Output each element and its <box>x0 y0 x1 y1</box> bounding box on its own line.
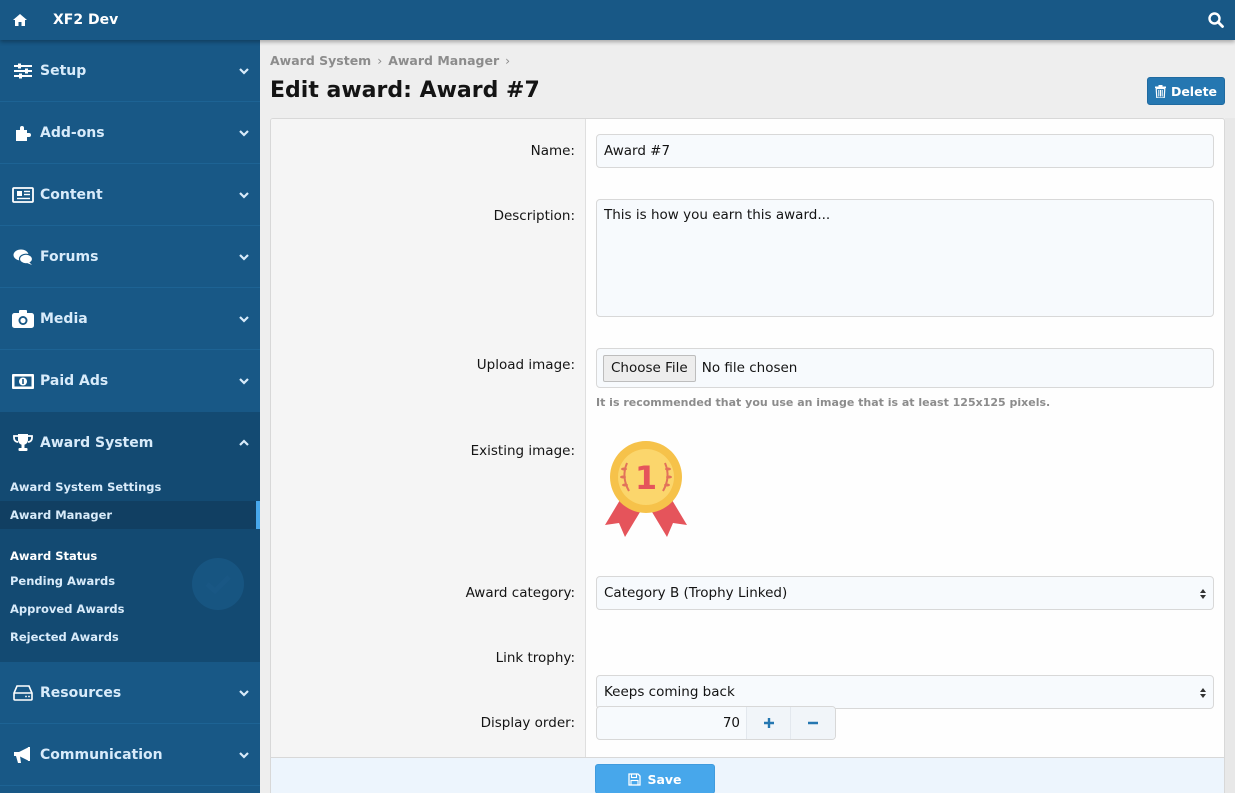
select-arrows-icon <box>1200 589 1206 599</box>
sidebar-item-label: Add-ons <box>40 124 105 141</box>
minus-icon <box>808 721 818 725</box>
main-content: Award System › Award Manager › Edit awar… <box>260 40 1235 793</box>
sidebar-link-label: Pending Awards <box>10 574 116 588</box>
sidebar-link-label: Rejected Awards <box>10 630 119 644</box>
sidebar-link-label: Approved Awards <box>10 602 125 616</box>
sidebar-link-label: Award Manager <box>10 508 113 522</box>
sidebar-item-label: Communication <box>40 746 163 763</box>
name-label: Name: <box>530 143 575 159</box>
brand-title[interactable]: XF2 Dev <box>53 12 118 28</box>
award-system-group: Award System Award System Settings Award… <box>0 412 260 662</box>
sidebar-item-label: Forums <box>40 248 99 265</box>
select-arrows-icon <box>1200 688 1206 698</box>
sidebar-item-communication[interactable]: Communication <box>0 724 260 786</box>
camera-icon <box>12 309 34 328</box>
delete-button-label: Delete <box>1170 83 1218 99</box>
display-order-label: Display order: <box>480 715 575 731</box>
sliders-icon <box>14 63 32 78</box>
display-order-stepper: 70 <box>596 706 836 740</box>
sidebar-item-content[interactable]: Content <box>0 164 260 226</box>
edit-award-form: Name: Award #7 Description: This is how … <box>270 118 1225 793</box>
description-label: Description: <box>493 208 575 224</box>
sidebar-item-resources[interactable]: Resources <box>0 662 260 724</box>
trophy-icon <box>13 434 33 451</box>
sidebar: Setup Add-ons Content Forums Media Paid … <box>0 40 260 793</box>
link-trophy-label: Link trophy: <box>495 650 575 666</box>
bullhorn-icon <box>14 746 30 763</box>
sidebar-link-label: Award System Settings <box>10 480 162 494</box>
breadcrumb-link-award-manager[interactable]: Award Manager <box>388 53 499 68</box>
link-trophy-value: Keeps coming back <box>604 684 735 700</box>
chevron-down-icon <box>239 68 249 75</box>
chevron-down-icon <box>239 378 249 385</box>
award-category-value: Category B (Trophy Linked) <box>604 585 788 601</box>
chevron-down-icon <box>239 690 249 697</box>
file-status: No file chosen <box>701 360 798 376</box>
award-category-label: Award category: <box>465 585 575 601</box>
sidebar-link-award-system-settings[interactable]: Award System Settings <box>0 473 260 501</box>
award-category-select[interactable]: Category B (Trophy Linked) <box>596 576 1214 610</box>
save-button-label: Save <box>647 771 682 787</box>
upload-image-label: Upload image: <box>476 357 575 373</box>
chevron-down-icon <box>239 316 249 323</box>
decrement-button[interactable] <box>791 707 835 739</box>
sidebar-item-label: Setup <box>40 62 87 79</box>
sidebar-item-label: Paid Ads <box>40 373 109 389</box>
display-order-input[interactable]: 70 <box>597 707 747 739</box>
check-watermark-icon <box>192 558 244 610</box>
sidebar-link-award-manager[interactable]: Award Manager <box>0 501 260 529</box>
home-button[interactable] <box>0 0 40 40</box>
trash-icon <box>1154 84 1166 98</box>
choose-file-button[interactable]: Choose File <box>603 354 696 382</box>
money-icon <box>12 373 34 389</box>
sidebar-item-label: Award System <box>40 435 154 451</box>
page-scrollbar[interactable] <box>1225 118 1235 793</box>
sidebar-item-add-ons[interactable]: Add-ons <box>0 102 260 164</box>
sidebar-item-label: Media <box>40 310 88 327</box>
sidebar-item-forums[interactable]: Forums <box>0 226 260 288</box>
upload-image-input[interactable]: Choose File No file chosen <box>596 348 1214 388</box>
existing-award-image: 1 <box>601 437 691 547</box>
sidebar-item-paid-ads[interactable]: Paid Ads <box>0 350 260 412</box>
medal-icon: 1 <box>605 441 687 537</box>
chevron-down-icon <box>239 130 249 137</box>
top-bar: XF2 Dev <box>0 0 1235 40</box>
breadcrumb-separator: › <box>505 53 511 68</box>
sidebar-item-label: Content <box>40 186 103 203</box>
chevron-down-icon <box>239 254 249 261</box>
save-button[interactable]: Save <box>595 764 715 793</box>
existing-image-label: Existing image: <box>470 443 575 459</box>
breadcrumb-separator: › <box>377 53 383 68</box>
chevron-down-icon <box>239 752 249 759</box>
delete-button[interactable]: Delete <box>1147 77 1225 105</box>
breadcrumb-link-award-system[interactable]: Award System <box>270 53 371 68</box>
sidebar-item-label: Resources <box>40 684 122 701</box>
form-footer: Save <box>271 757 1224 793</box>
plus-icon <box>763 718 774 728</box>
save-icon <box>628 772 642 786</box>
comments-icon <box>13 249 33 265</box>
hdd-icon <box>13 684 33 701</box>
description-textarea[interactable]: This is how you earn this award... <box>596 199 1214 317</box>
upload-image-hint: It is recommended that you use an image … <box>596 396 1051 409</box>
search-icon[interactable] <box>1207 11 1225 29</box>
sidebar-item-award-system[interactable]: Award System <box>0 412 260 474</box>
increment-button[interactable] <box>747 707 791 739</box>
sidebar-item-setup[interactable]: Setup <box>0 40 260 102</box>
page-title: Edit award: Award #7 <box>270 78 540 103</box>
link-trophy-select[interactable]: Keeps coming back <box>596 675 1214 709</box>
sidebar-link-rejected-awards[interactable]: Rejected Awards <box>0 623 260 651</box>
sidebar-item-media[interactable]: Media <box>0 288 260 350</box>
puzzle-icon <box>16 125 31 141</box>
chevron-down-icon <box>239 192 249 199</box>
breadcrumb: Award System › Award Manager › <box>270 53 510 68</box>
medal-number: 1 <box>635 459 657 497</box>
name-input[interactable]: Award #7 <box>596 134 1214 168</box>
home-icon <box>13 14 27 26</box>
newspaper-icon <box>12 186 34 203</box>
chevron-up-icon <box>239 439 249 446</box>
